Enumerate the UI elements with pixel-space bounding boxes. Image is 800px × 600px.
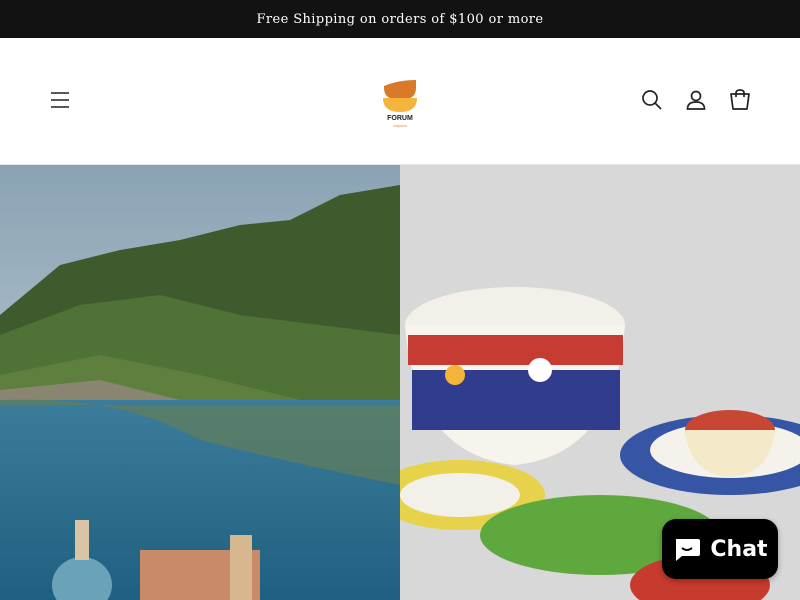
bowl-logo-icon	[383, 80, 417, 112]
announcement-bar: Free Shipping on orders of $100 or more	[0, 0, 800, 38]
cart-button[interactable]	[728, 88, 752, 112]
search-button[interactable]	[640, 88, 664, 112]
account-icon	[686, 90, 706, 110]
chat-label: Chat	[710, 536, 768, 562]
menu-button[interactable]	[44, 84, 76, 116]
store-logo[interactable]: FORUM Imports	[376, 78, 424, 132]
site-header: FORUM Imports	[0, 38, 800, 165]
cart-icon	[730, 89, 750, 110]
search-icon	[642, 90, 662, 110]
logo-name: FORUM	[387, 115, 413, 122]
announcement-text: Free Shipping on orders of $100 or more	[256, 11, 544, 27]
menu-icon	[51, 92, 69, 108]
amalfi-coast-image[interactable]	[0, 165, 400, 600]
account-button[interactable]	[684, 88, 708, 112]
logo-subtitle: Imports	[393, 123, 407, 128]
chat-bubble-icon	[676, 539, 701, 561]
chat-button[interactable]: Chat	[662, 519, 778, 579]
